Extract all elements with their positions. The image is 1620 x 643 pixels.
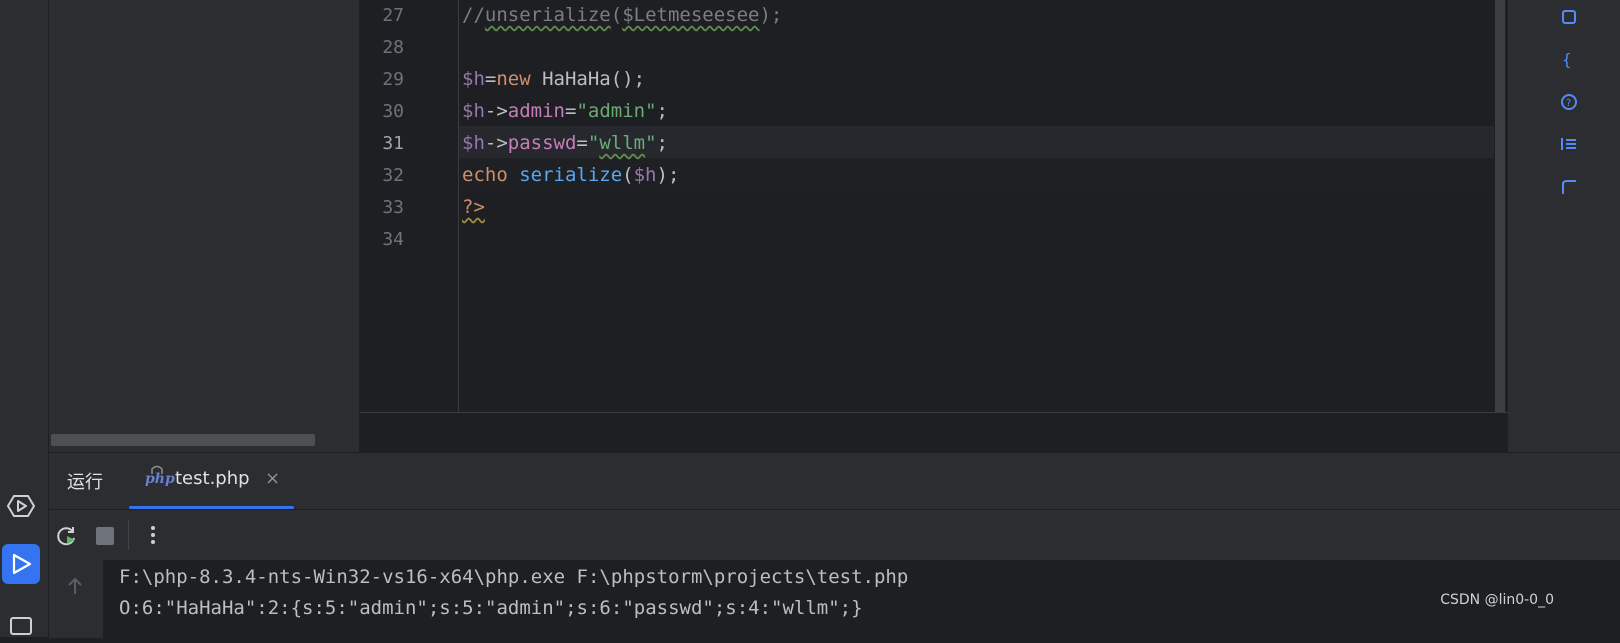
line-number: 29	[382, 69, 404, 90]
horizontal-scrollbar[interactable]	[51, 434, 315, 446]
left-tool-strip	[0, 0, 49, 637]
services-icon[interactable]	[2, 486, 40, 526]
code-token: =	[484, 68, 497, 90]
toolbar-divider	[128, 520, 129, 550]
code-token: =	[576, 132, 588, 154]
php-badge: php	[145, 471, 175, 487]
line-number: 28	[382, 37, 404, 58]
run-tool-window: 运行 php test.php × F:\php-8.3.4-nts-Win32…	[49, 452, 1620, 638]
code-token: "	[587, 132, 600, 154]
code-token: //	[462, 4, 485, 26]
code-line[interactable]: //unserialize($Letmeseesee);	[462, 4, 782, 26]
code-token: $h	[633, 164, 657, 186]
close-icon[interactable]: ×	[265, 468, 280, 489]
stop-icon[interactable]	[95, 526, 115, 546]
code-token: ?>	[462, 196, 485, 218]
console-line-result: O:6:"HaHaHa":2:{s:5:"admin";s:5:"admin";…	[119, 597, 863, 619]
notifications-icon[interactable]	[1560, 8, 1578, 26]
code-token: ;	[656, 100, 668, 122]
code-token: passwd	[507, 132, 577, 154]
svg-text:{: {	[1562, 50, 1572, 68]
list-icon[interactable]	[1560, 135, 1578, 153]
line-number: 27	[382, 5, 404, 26]
code-token: (	[622, 164, 634, 186]
code-token: $h	[462, 132, 485, 154]
vertical-scrollbar[interactable]	[1495, 0, 1505, 412]
code-token: new	[496, 68, 543, 90]
line-number: 33	[382, 197, 404, 218]
code-editor[interactable]: 27 28 29 30 31 32 33 34 //unserialize($Letmesee…	[360, 0, 1508, 412]
active-tab-indicator	[129, 506, 294, 509]
tab-label: test.php	[175, 468, 250, 489]
watermark: CSDN @lin0-0_0	[1440, 592, 1554, 608]
run-toolbar	[49, 510, 1620, 560]
code-token: =	[564, 100, 577, 122]
code-line[interactable]: echo serialize($h);	[462, 164, 679, 186]
code-line[interactable]: $h->admin="admin";	[462, 100, 668, 122]
console-line-command: F:\php-8.3.4-nts-Win32-vs16-x64\php.exe …	[119, 566, 909, 588]
code-line[interactable]: $h->passwd="wllm";	[462, 132, 668, 154]
editor-bottom-bar	[360, 412, 1508, 453]
rerun-icon[interactable]	[55, 524, 79, 548]
code-token: admin	[507, 100, 565, 122]
code-token: (	[610, 4, 623, 26]
line-number: 30	[382, 101, 404, 122]
console-output[interactable]: F:\php-8.3.4-nts-Win32-vs16-x64\php.exe …	[103, 560, 1620, 638]
code-token: ->	[484, 132, 508, 154]
code-token: "	[645, 132, 657, 154]
line-number: 34	[382, 229, 404, 250]
code-token: HaHaHa();	[542, 68, 646, 90]
line-number: 31	[382, 133, 404, 154]
code-token: $h	[462, 100, 485, 122]
terminal-icon[interactable]	[2, 603, 40, 643]
code-token: );	[656, 164, 680, 186]
code-token: $h	[462, 68, 485, 90]
code-line[interactable]: $h=new HaHaHa();	[462, 68, 645, 90]
database-icon[interactable]	[1560, 178, 1578, 196]
project-panel	[49, 0, 359, 452]
more-options-icon[interactable]	[145, 523, 161, 547]
code-token: serialize	[519, 164, 623, 186]
code-token: );	[759, 4, 783, 26]
svg-text:?: ?	[1566, 98, 1571, 109]
code-token: echo	[462, 164, 520, 186]
code-token: unserialize	[484, 4, 611, 26]
code-line[interactable]: ?>	[462, 196, 485, 218]
code-token: ->	[484, 100, 508, 122]
console-gutter	[49, 560, 103, 638]
line-number-gutter: 27 28 29 30 31 32 33 34	[360, 0, 459, 412]
structure-icon[interactable]: {	[1560, 50, 1578, 68]
run-window-title: 运行	[67, 472, 103, 493]
run-icon[interactable]	[2, 544, 40, 584]
run-tab-bar: 运行 php test.php ×	[49, 453, 1620, 510]
code-token: wllm	[599, 132, 646, 154]
right-tool-strip: { ?	[1508, 0, 1620, 452]
code-token: "admin"	[576, 100, 657, 122]
code-token: $Letmeseesee	[622, 4, 760, 26]
scroll-up-icon[interactable]	[66, 576, 84, 596]
code-token: ;	[656, 132, 668, 154]
line-number: 32	[382, 165, 404, 186]
help-icon[interactable]: ?	[1560, 93, 1578, 111]
tab-test-php[interactable]: php test.php ×	[129, 453, 294, 509]
